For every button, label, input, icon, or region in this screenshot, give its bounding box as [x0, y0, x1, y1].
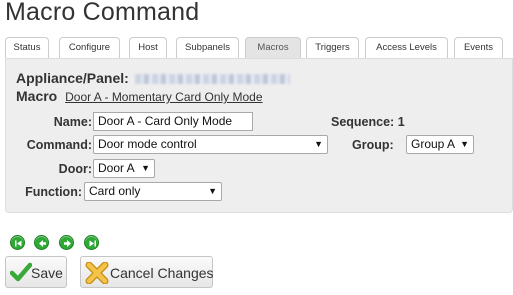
- group-select[interactable]: Group A ▼: [406, 135, 474, 154]
- redacted-appliance-name: [134, 74, 290, 84]
- cancel-button-label: Cancel Changes: [110, 265, 214, 281]
- previous-record-icon: [39, 240, 46, 247]
- last-record-button[interactable]: [84, 235, 99, 250]
- tab-triggers[interactable]: Triggers: [306, 37, 359, 59]
- sequence-value: 1: [397, 115, 405, 129]
- next-record-icon: [64, 240, 71, 247]
- save-button-label: Save: [31, 265, 63, 281]
- command-select-value: Door mode control: [98, 137, 197, 151]
- cancel-x-icon: [85, 262, 109, 284]
- save-button[interactable]: Save: [5, 256, 67, 288]
- door-label: Door:: [58, 162, 92, 176]
- tab-access-levels[interactable]: Access Levels: [365, 37, 448, 59]
- name-field[interactable]: Door A - Card Only Mode: [93, 112, 253, 131]
- function-select[interactable]: Card only ▼: [84, 182, 222, 201]
- tab-host[interactable]: Host: [129, 37, 167, 59]
- tab-configure[interactable]: Configure: [59, 37, 120, 59]
- door-select-value: Door A: [98, 161, 135, 175]
- function-select-value: Card only: [89, 184, 141, 198]
- tab-macros[interactable]: Macros: [245, 37, 301, 59]
- sequence-label: Sequence:: [331, 115, 395, 129]
- next-record-button[interactable]: [59, 235, 74, 250]
- group-label: Group:: [352, 138, 394, 152]
- chevron-down-icon: ▼: [314, 139, 323, 149]
- macro-label: Macro: [16, 88, 58, 104]
- command-select[interactable]: Door mode control ▼: [93, 135, 328, 154]
- check-icon: [10, 262, 32, 282]
- chevron-down-icon: ▼: [208, 186, 217, 196]
- appliance-line: Appliance/Panel:: [16, 70, 290, 86]
- last-record-icon: [89, 240, 96, 247]
- first-record-button[interactable]: [10, 235, 25, 250]
- sequence-display: Sequence: 1: [331, 115, 405, 129]
- first-record-icon: [15, 240, 22, 247]
- macro-link[interactable]: Door A - Momentary Card Only Mode: [65, 90, 262, 104]
- door-select[interactable]: Door A ▼: [93, 159, 155, 178]
- function-label: Function:: [25, 185, 82, 199]
- chevron-down-icon: ▼: [141, 163, 150, 173]
- previous-record-button[interactable]: [34, 235, 49, 250]
- tab-status[interactable]: Status: [5, 37, 49, 59]
- cancel-changes-button[interactable]: Cancel Changes: [80, 256, 214, 288]
- tab-bar: Status Configure Host Subpanels Macros T…: [5, 37, 513, 59]
- tab-subpanels[interactable]: Subpanels: [176, 37, 239, 59]
- command-label: Command:: [26, 138, 92, 152]
- page-title: Macro Command: [5, 0, 200, 26]
- group-select-value: Group A: [411, 137, 456, 151]
- tab-events[interactable]: Events: [454, 37, 503, 59]
- macro-line: Macro Door A - Momentary Card Only Mode: [16, 88, 263, 104]
- name-label: Name:: [53, 115, 92, 129]
- appliance-label: Appliance/Panel:: [16, 70, 129, 86]
- chevron-down-icon: ▼: [460, 139, 469, 149]
- macro-panel: Appliance/Panel: Macro Door A - Momentar…: [5, 58, 513, 213]
